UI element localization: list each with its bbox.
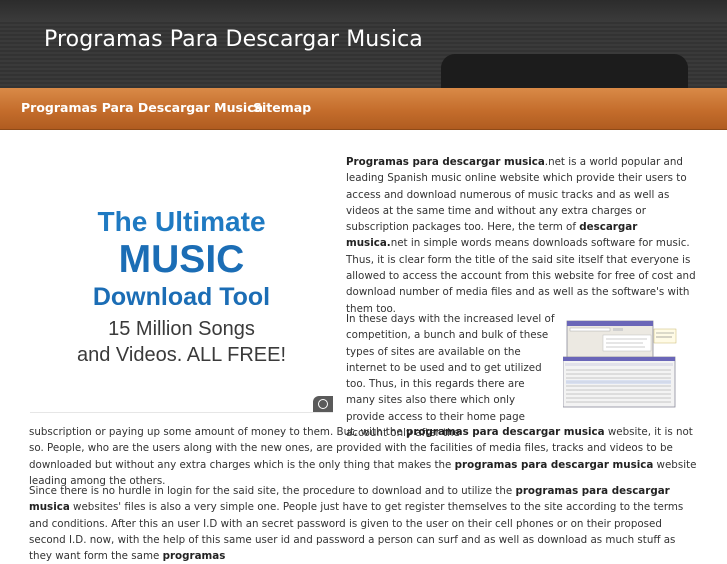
advertisement-banner[interactable]: The Ultimate MUSIC Download Tool 15 Mill… [30,148,333,413]
main-navigation: Programas Para Descargar Musica Sitemap [0,88,727,130]
nav-link-sitemap[interactable]: Sitemap [253,100,311,115]
keyword-link: programas para descargar musica [405,426,605,438]
site-header: Programas Para Descargar Musica [0,0,727,88]
ad-subtext: 15 Million Songs [108,318,255,340]
info-icon[interactable] [313,396,333,412]
ad-headline-tool: Download Tool [92,283,271,311]
keyword-link: programas para descargar musica [454,458,654,471]
nav-link-home[interactable]: Programas Para Descargar Musica [21,100,263,115]
software-screenshot-image [563,320,677,408]
keyword-link: programas [162,550,226,563]
site-title[interactable]: Programas Para Descargar Musica [44,27,423,52]
article-paragraph: subscription or paying up some amount of… [29,426,697,487]
ad-subtext-free: and Videos. ALL FREE! [76,344,287,366]
article-paragraph: In these days with the increased level o… [346,313,555,440]
header-tab-decoration [441,54,688,88]
ad-headline: The Ultimate [97,206,266,237]
ad-headline-music: MUSIC [118,238,245,281]
article-paragraph: Programas para descargar musica.net is a… [346,156,696,315]
article-paragraph: Since there is no hurdle in login for th… [29,485,684,563]
keyword-link: Programas para descargar musica [346,156,545,168]
